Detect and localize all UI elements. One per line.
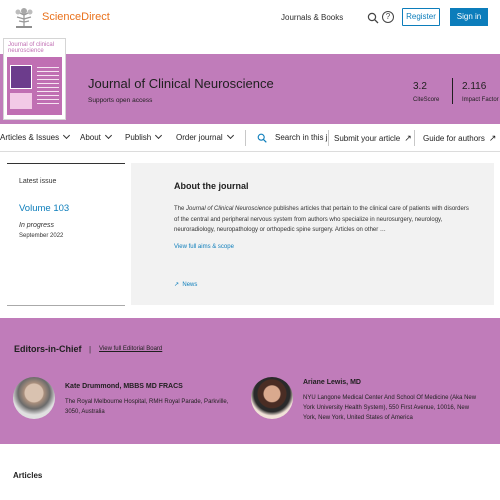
citescore-value: 3.2 bbox=[413, 81, 427, 92]
about-title: About the journal bbox=[174, 181, 249, 191]
editor-name[interactable]: Kate Drummond, MBBS MD FRACS bbox=[65, 383, 183, 390]
nav-divider bbox=[245, 130, 246, 146]
nav-label: Articles & Issues bbox=[0, 133, 60, 142]
nav-label: Submit your article bbox=[334, 134, 401, 143]
help-icon[interactable]: ? bbox=[382, 11, 394, 23]
metric-divider bbox=[452, 78, 453, 104]
nav-publish[interactable]: Publish bbox=[125, 131, 163, 142]
nav-order-journal[interactable]: Order journal bbox=[176, 131, 234, 142]
editors-heading: Editors-in-Chief bbox=[14, 344, 82, 354]
editors-separator: | bbox=[89, 345, 92, 354]
editors-section: Editors-in-Chief | View full Editorial B… bbox=[0, 318, 500, 444]
citescore-label[interactable]: CiteScore bbox=[413, 97, 439, 103]
register-button[interactable]: Register bbox=[402, 8, 440, 26]
nav-label: Order journal bbox=[176, 133, 223, 142]
open-access-note: Supports open access bbox=[88, 97, 153, 104]
view-aims-scope-link[interactable]: View full aims & scope bbox=[174, 244, 234, 250]
top-bar: ScienceDirect Journals & Books ? Registe… bbox=[0, 0, 500, 38]
nav-divider bbox=[414, 130, 415, 146]
journal-nav: Articles & Issues About Publish Order jo… bbox=[0, 124, 500, 152]
sciencedirect-brand[interactable]: ScienceDirect bbox=[42, 11, 110, 23]
latest-issue-heading: Latest issue bbox=[19, 178, 57, 185]
submit-article-link[interactable]: Submit your article ↗ bbox=[334, 133, 412, 144]
nav-label: Publish bbox=[125, 133, 152, 142]
about-text-prefix: The bbox=[174, 206, 187, 212]
impact-factor-value: 2.116 bbox=[462, 81, 487, 92]
about-text-journal: Journal of Clinical Neuroscience bbox=[186, 206, 272, 212]
guide-for-authors-link[interactable]: Guide for authors ↗ bbox=[423, 133, 496, 144]
search-icon[interactable] bbox=[257, 133, 267, 143]
chevron-down-icon bbox=[63, 131, 71, 140]
nav-articles-issues[interactable]: Articles & Issues bbox=[0, 131, 71, 142]
latest-volume-link[interactable]: Volume 103 bbox=[19, 203, 69, 214]
journals-and-books-link[interactable]: Journals & Books bbox=[281, 13, 343, 22]
sign-in-button[interactable]: Sign in bbox=[450, 8, 488, 26]
editor-affiliation: The Royal Melbourne Hospital, RMH Royal … bbox=[65, 399, 229, 415]
cover-image bbox=[10, 65, 32, 89]
news-arrow-icon: ↗ bbox=[174, 282, 180, 288]
chevron-down-icon bbox=[155, 131, 163, 140]
latest-issue-bottom-divider bbox=[7, 305, 125, 306]
journal-banner: Journal of Clinical Neuroscience Support… bbox=[0, 54, 500, 124]
cover-text-lines bbox=[37, 67, 59, 107]
external-arrow-icon: ↗ bbox=[488, 133, 497, 143]
chevron-down-icon bbox=[226, 131, 234, 140]
latest-issue-divider bbox=[7, 163, 125, 164]
journal-title: Journal of Clinical Neuroscience bbox=[88, 76, 274, 91]
cover-artwork bbox=[7, 57, 62, 115]
cover-image-secondary bbox=[10, 93, 32, 109]
external-arrow-icon: ↗ bbox=[404, 133, 412, 143]
cover-title: Journal of clinical neuroscience bbox=[8, 42, 55, 54]
avatar bbox=[13, 377, 55, 419]
editor-name[interactable]: Ariane Lewis, MD bbox=[303, 379, 361, 386]
news-label: News bbox=[182, 282, 198, 288]
issue-status: In progress bbox=[19, 222, 55, 229]
issue-date: September 2022 bbox=[19, 233, 64, 239]
chevron-down-icon bbox=[104, 131, 112, 140]
nav-label: About bbox=[80, 133, 101, 142]
about-journal-card: About the journal The Journal of Clinica… bbox=[131, 163, 494, 305]
avatar bbox=[251, 377, 293, 419]
nav-about[interactable]: About bbox=[80, 131, 112, 142]
search-in-journal-input[interactable]: Search in this jo bbox=[275, 133, 327, 142]
impact-factor-label[interactable]: Impact Factor bbox=[462, 97, 499, 103]
elsevier-tree-logo[interactable] bbox=[12, 7, 36, 29]
news-link[interactable]: ↗ News bbox=[174, 281, 197, 288]
articles-heading: Articles bbox=[13, 471, 43, 480]
about-description: The Journal of Clinical Neuroscience pub… bbox=[174, 204, 474, 236]
journal-cover[interactable]: Journal of clinical neuroscience bbox=[3, 38, 66, 120]
search-icon[interactable] bbox=[367, 12, 379, 24]
view-editorial-board-link[interactable]: View full Editorial Board bbox=[99, 346, 162, 352]
editor-affiliation: NYU Langone Medical Center And School Of… bbox=[303, 395, 477, 421]
nav-divider bbox=[328, 130, 329, 146]
nav-label: Guide for authors bbox=[423, 134, 485, 143]
